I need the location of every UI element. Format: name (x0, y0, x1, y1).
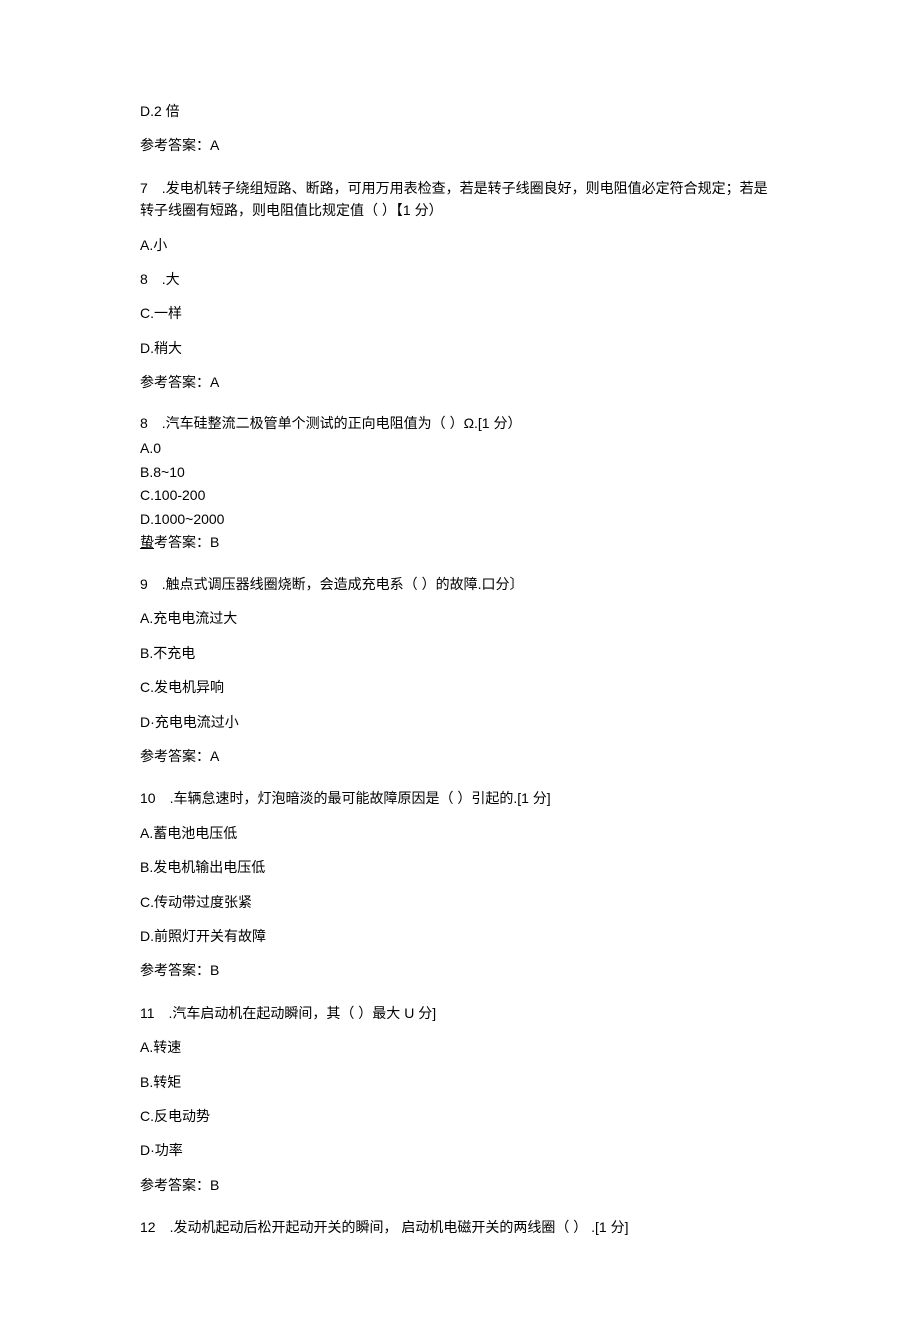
q9-option-d: D·充电电流过小 (140, 711, 780, 733)
q10-option-c: C.传动带过度张紧 (140, 891, 780, 913)
q10-option-a: A.蓄电池电压低 (140, 822, 780, 844)
q9-stem: 9 .触点式调压器线圈烧断，会造成充电系（ ）的故障.口分〕 (140, 573, 780, 595)
q9-answer: 参考答案：A (140, 745, 780, 767)
question-12: 12 .发动机起动后松开起动开关的瞬间， 启动机电磁开关的两线圈（ ） .[1 … (140, 1216, 780, 1238)
q8-option-b: B.8~10 (140, 463, 780, 483)
question-8: 8 .汽车硅整流二极管单个测试的正向电阻值为（ ）Ω.[1 分） A.0 B.8… (140, 414, 780, 554)
question-9: 9 .触点式调压器线圈烧断，会造成充电系（ ）的故障.口分〕 A.充电电流过大 … (140, 573, 780, 767)
question-11: 11 .汽车启动机在起动瞬间，其（ ）最大 U 分] A.转速 B.转矩 C.反… (140, 1002, 780, 1196)
q8-answer: 蛰考答案：B (140, 533, 780, 553)
q9-option-c: C.发电机异响 (140, 676, 780, 698)
q8-option-c: C.100-200 (140, 486, 780, 506)
q11-option-a: A.转速 (140, 1036, 780, 1058)
q8-stem: 8 .汽车硅整流二极管单个测试的正向电阻值为（ ）Ω.[1 分） (140, 414, 780, 434)
q11-option-b: B.转矩 (140, 1071, 780, 1093)
q9-option-b: B.不充电 (140, 642, 780, 664)
q8-option-d: D.1000~2000 (140, 510, 780, 530)
q8-option-a: A.0 (140, 439, 780, 459)
question-10: 10 .车辆怠速时，灯泡暗淡的最可能故障原因是（ ）引起的.[1 分] A.蓄电… (140, 787, 780, 981)
q8-answer-prefix: 蛰 (140, 534, 154, 550)
q10-answer: 参考答案：B (140, 959, 780, 981)
q7-answer: 参考答案：A (140, 371, 780, 393)
q12-stem: 12 .发动机起动后松开起动开关的瞬间， 启动机电磁开关的两线圈（ ） .[1 … (140, 1216, 780, 1238)
q8-answer-suffix: 考答案：B (154, 534, 219, 550)
q6-option-d: D.2 倍 (140, 100, 780, 122)
q7-stem: 7 .发电机转子绕组短路、断路，可用万用表检查，若是转子线圈良好，则电阻值必定符… (140, 177, 780, 222)
document-page: D.2 倍 参考答案：A 7 .发电机转子绕组短路、断路，可用万用表检查，若是转… (0, 0, 920, 1319)
q7-option-c: C.一样 (140, 302, 780, 324)
q11-answer: 参考答案：B (140, 1174, 780, 1196)
q6-answer: 参考答案：A (140, 134, 780, 156)
q11-stem: 11 .汽车启动机在起动瞬间，其（ ）最大 U 分] (140, 1002, 780, 1024)
q11-option-c: C.反电动势 (140, 1105, 780, 1127)
q10-option-d: D.前照灯开关有故障 (140, 925, 780, 947)
q7-option-d: D.稍大 (140, 337, 780, 359)
question-6-tail: D.2 倍 参考答案：A (140, 100, 780, 157)
q10-stem: 10 .车辆怠速时，灯泡暗淡的最可能故障原因是（ ）引起的.[1 分] (140, 787, 780, 809)
question-7: 7 .发电机转子绕组短路、断路，可用万用表检查，若是转子线圈良好，则电阻值必定符… (140, 177, 780, 394)
q7-option-a: A.小 (140, 234, 780, 256)
q7-option-b: 8 .大 (140, 268, 780, 290)
q10-option-b: B.发电机输出电压低 (140, 856, 780, 878)
q9-option-a: A.充电电流过大 (140, 607, 780, 629)
q11-option-d: D·功率 (140, 1139, 780, 1161)
